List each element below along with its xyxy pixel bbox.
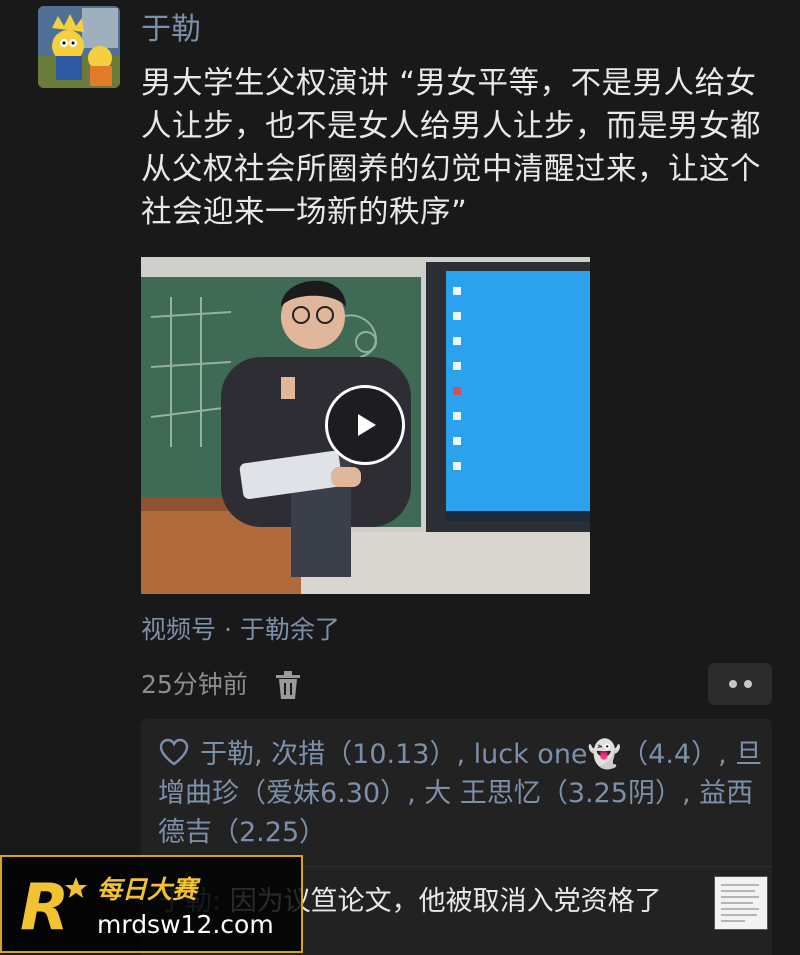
svg-text:R: R [20,871,69,937]
comment-image-thumbnail[interactable] [714,876,768,930]
play-button[interactable] [325,385,405,465]
site-name: 每日大赛 [97,875,198,904]
dot [728,680,737,688]
site-watermark: R 每日大赛 mrdsw12.com [0,855,303,953]
post-time: 25分钟前 [141,670,248,699]
heart-icon [159,738,189,766]
video-source-link[interactable]: 视频号 · 于勒余了 [141,612,340,648]
more-dots-icon[interactable] [708,663,772,705]
likes-names[interactable]: 于勒, 次措（10.13）, luck one👻（4.4）, 旦增曲珍（爱妹6.… [158,739,762,848]
post-text: 男大学生父权演讲 “男女平等，不是男人给女人让步，也不是女人给男人让步，而是男女… [141,66,761,230]
trash-icon[interactable] [274,669,302,701]
site-logo: R [20,871,87,937]
dot [743,680,752,688]
simpsons-avatar-icon[interactable] [38,6,120,88]
play-icon [358,414,376,436]
moments-page: 于勒 男大学生父权演讲 “男女平等，不是男人给女人让步，也不是女人给男人让步，而… [0,0,800,955]
video-thumbnail[interactable] [141,257,590,594]
site-url: mrdsw12.com [97,910,274,939]
likes-list: 于勒, 次措（10.13）, luck one👻（4.4）, 旦增曲珍（爱妹6.… [158,735,763,852]
post-author[interactable]: 于勒 [141,10,201,50]
